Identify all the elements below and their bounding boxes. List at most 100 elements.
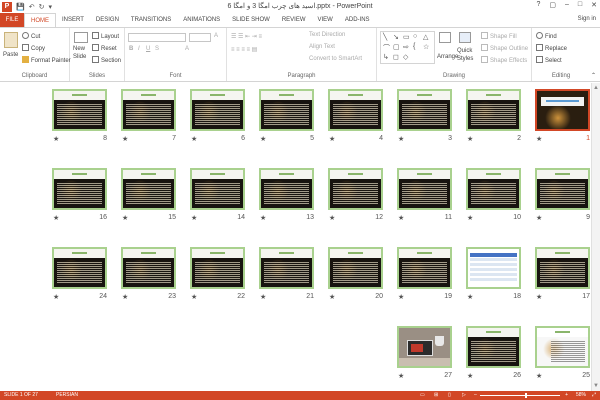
- slide-thumbnail[interactable]: [466, 247, 521, 289]
- bullets-icon[interactable]: ☰ ☰ ⇤ ⇥ ≡: [231, 33, 262, 40]
- tab-view[interactable]: VIEW: [312, 13, 339, 27]
- transition-marker-icon[interactable]: ★: [398, 372, 404, 380]
- slide-thumbnail[interactable]: [52, 247, 107, 289]
- maximize-button[interactable]: □: [578, 1, 582, 9]
- new-slide-label-1[interactable]: New: [73, 46, 85, 52]
- shapes-gallery[interactable]: ╲ ↘ ▭ ○ △ ⌒ ▢ ⇨ { ☆ ↳ ◻ ◇: [380, 31, 435, 64]
- ribbon-display-options-button[interactable]: ▢: [549, 1, 556, 9]
- slide-thumbnail[interactable]: [328, 247, 383, 289]
- transition-marker-icon[interactable]: ★: [536, 214, 542, 222]
- convert-smartart-button[interactable]: Convert to SmartArt: [309, 56, 362, 62]
- slide-thumbnail[interactable]: [259, 168, 314, 210]
- transition-marker-icon[interactable]: ★: [329, 293, 335, 301]
- slide-thumbnail[interactable]: [259, 247, 314, 289]
- zoom-slider[interactable]: [480, 393, 560, 398]
- transition-marker-icon[interactable]: ★: [467, 214, 473, 222]
- replace-button[interactable]: Replace: [536, 44, 567, 52]
- slide-thumbnail[interactable]: [535, 326, 590, 368]
- slide-thumbnail[interactable]: [259, 89, 314, 131]
- font-color-icon[interactable]: A: [185, 46, 189, 52]
- normal-view-icon[interactable]: ▭: [420, 391, 425, 400]
- transition-marker-icon[interactable]: ★: [191, 214, 197, 222]
- slide-thumbnail[interactable]: [121, 247, 176, 289]
- slide-thumbnail[interactable]: [52, 168, 107, 210]
- transition-marker-icon[interactable]: ★: [53, 214, 59, 222]
- slideshow-view-icon[interactable]: ▷: [462, 391, 466, 400]
- minimize-button[interactable]: –: [565, 1, 569, 9]
- collapse-ribbon-icon[interactable]: ⌃: [591, 72, 596, 79]
- slide-thumbnail[interactable]: [466, 168, 521, 210]
- shape-effects-button[interactable]: Shape Effects: [481, 56, 527, 64]
- copy-button[interactable]: Copy: [22, 44, 45, 52]
- transition-marker-icon[interactable]: ★: [122, 214, 128, 222]
- quick-styles-icon[interactable]: [459, 32, 471, 43]
- slide-thumbnail[interactable]: [397, 89, 452, 131]
- tab-review[interactable]: REVIEW: [276, 13, 312, 27]
- sign-in-link[interactable]: Sign in: [578, 16, 596, 22]
- fit-to-window-icon[interactable]: ⤢: [592, 391, 596, 400]
- text-direction-button[interactable]: Text Direction: [309, 32, 345, 38]
- vertical-scrollbar[interactable]: ▲ ▼: [591, 83, 600, 391]
- transition-marker-icon[interactable]: ★: [53, 135, 59, 143]
- tab-transitions[interactable]: TRANSITIONS: [125, 13, 177, 27]
- slide-thumbnail[interactable]: [535, 247, 590, 289]
- shape-outline-button[interactable]: Shape Outline: [481, 44, 528, 52]
- transition-marker-icon[interactable]: ★: [398, 135, 404, 143]
- shape-fill-button[interactable]: Shape Fill: [481, 32, 517, 40]
- transition-marker-icon[interactable]: ★: [260, 293, 266, 301]
- slide-thumbnail[interactable]: [121, 168, 176, 210]
- transition-marker-icon[interactable]: ★: [467, 293, 473, 301]
- transition-marker-icon[interactable]: ★: [467, 372, 473, 380]
- transition-marker-icon[interactable]: ★: [260, 135, 266, 143]
- tab-insert[interactable]: INSERT: [56, 13, 90, 27]
- paste-button[interactable]: Paste: [3, 52, 18, 58]
- slide-thumbnail[interactable]: [397, 326, 452, 368]
- slide-thumbnail[interactable]: [466, 89, 521, 131]
- zoom-slider-thumb[interactable]: [525, 393, 528, 398]
- quick-styles-label-2[interactable]: Styles: [457, 56, 473, 62]
- transition-marker-icon[interactable]: ★: [536, 372, 542, 380]
- format-painter-button[interactable]: Format Painter: [22, 56, 71, 64]
- tab-animations[interactable]: ANIMATIONS: [177, 13, 226, 27]
- transition-marker-icon[interactable]: ★: [536, 135, 542, 143]
- select-button[interactable]: Select: [536, 56, 562, 64]
- transition-marker-icon[interactable]: ★: [536, 293, 542, 301]
- font-size-box[interactable]: [189, 33, 211, 42]
- transition-marker-icon[interactable]: ★: [191, 293, 197, 301]
- slide-thumbnail[interactable]: [190, 89, 245, 131]
- tab-file[interactable]: FILE: [0, 13, 24, 27]
- transition-marker-icon[interactable]: ★: [398, 214, 404, 222]
- reset-button[interactable]: Reset: [92, 44, 117, 52]
- strikethrough-icon[interactable]: S: [155, 46, 159, 52]
- slide-thumbnail[interactable]: [466, 326, 521, 368]
- slide-thumbnail[interactable]: [535, 89, 590, 131]
- slide-sorter-view-icon[interactable]: ⊞: [434, 391, 438, 400]
- language-indicator[interactable]: PERSIAN: [56, 391, 78, 400]
- transition-marker-icon[interactable]: ★: [122, 293, 128, 301]
- close-button[interactable]: ✕: [591, 1, 597, 9]
- layout-button[interactable]: Layout: [92, 32, 119, 40]
- align-text-button[interactable]: Align Text: [309, 44, 335, 50]
- transition-marker-icon[interactable]: ★: [329, 135, 335, 143]
- slide-thumbnail[interactable]: [397, 247, 452, 289]
- new-slide-icon[interactable]: [74, 32, 88, 43]
- slide-thumbnail[interactable]: [190, 247, 245, 289]
- tab-slide-show[interactable]: SLIDE SHOW: [226, 13, 276, 27]
- paste-icon[interactable]: [4, 32, 18, 48]
- section-button[interactable]: Section: [92, 56, 121, 64]
- align-icons[interactable]: ≡ ≡ ≡ ≡ ▤: [231, 46, 257, 53]
- reading-view-icon[interactable]: ▯: [448, 391, 451, 400]
- transition-marker-icon[interactable]: ★: [53, 293, 59, 301]
- bold-icon[interactable]: B: [129, 46, 133, 52]
- new-slide-label-2[interactable]: Slide: [73, 54, 86, 60]
- zoom-percent[interactable]: 58%: [576, 391, 586, 400]
- zoom-in-icon[interactable]: +: [565, 391, 568, 400]
- quick-styles-label-1[interactable]: Quick: [457, 48, 472, 54]
- help-button[interactable]: ?: [536, 1, 540, 9]
- tab-home[interactable]: HOME: [24, 13, 56, 27]
- slide-thumbnail[interactable]: [535, 168, 590, 210]
- transition-marker-icon[interactable]: ★: [191, 135, 197, 143]
- arrange-icon[interactable]: [439, 32, 451, 43]
- slide-thumbnail[interactable]: [190, 168, 245, 210]
- scroll-up-icon[interactable]: ▲: [593, 85, 599, 91]
